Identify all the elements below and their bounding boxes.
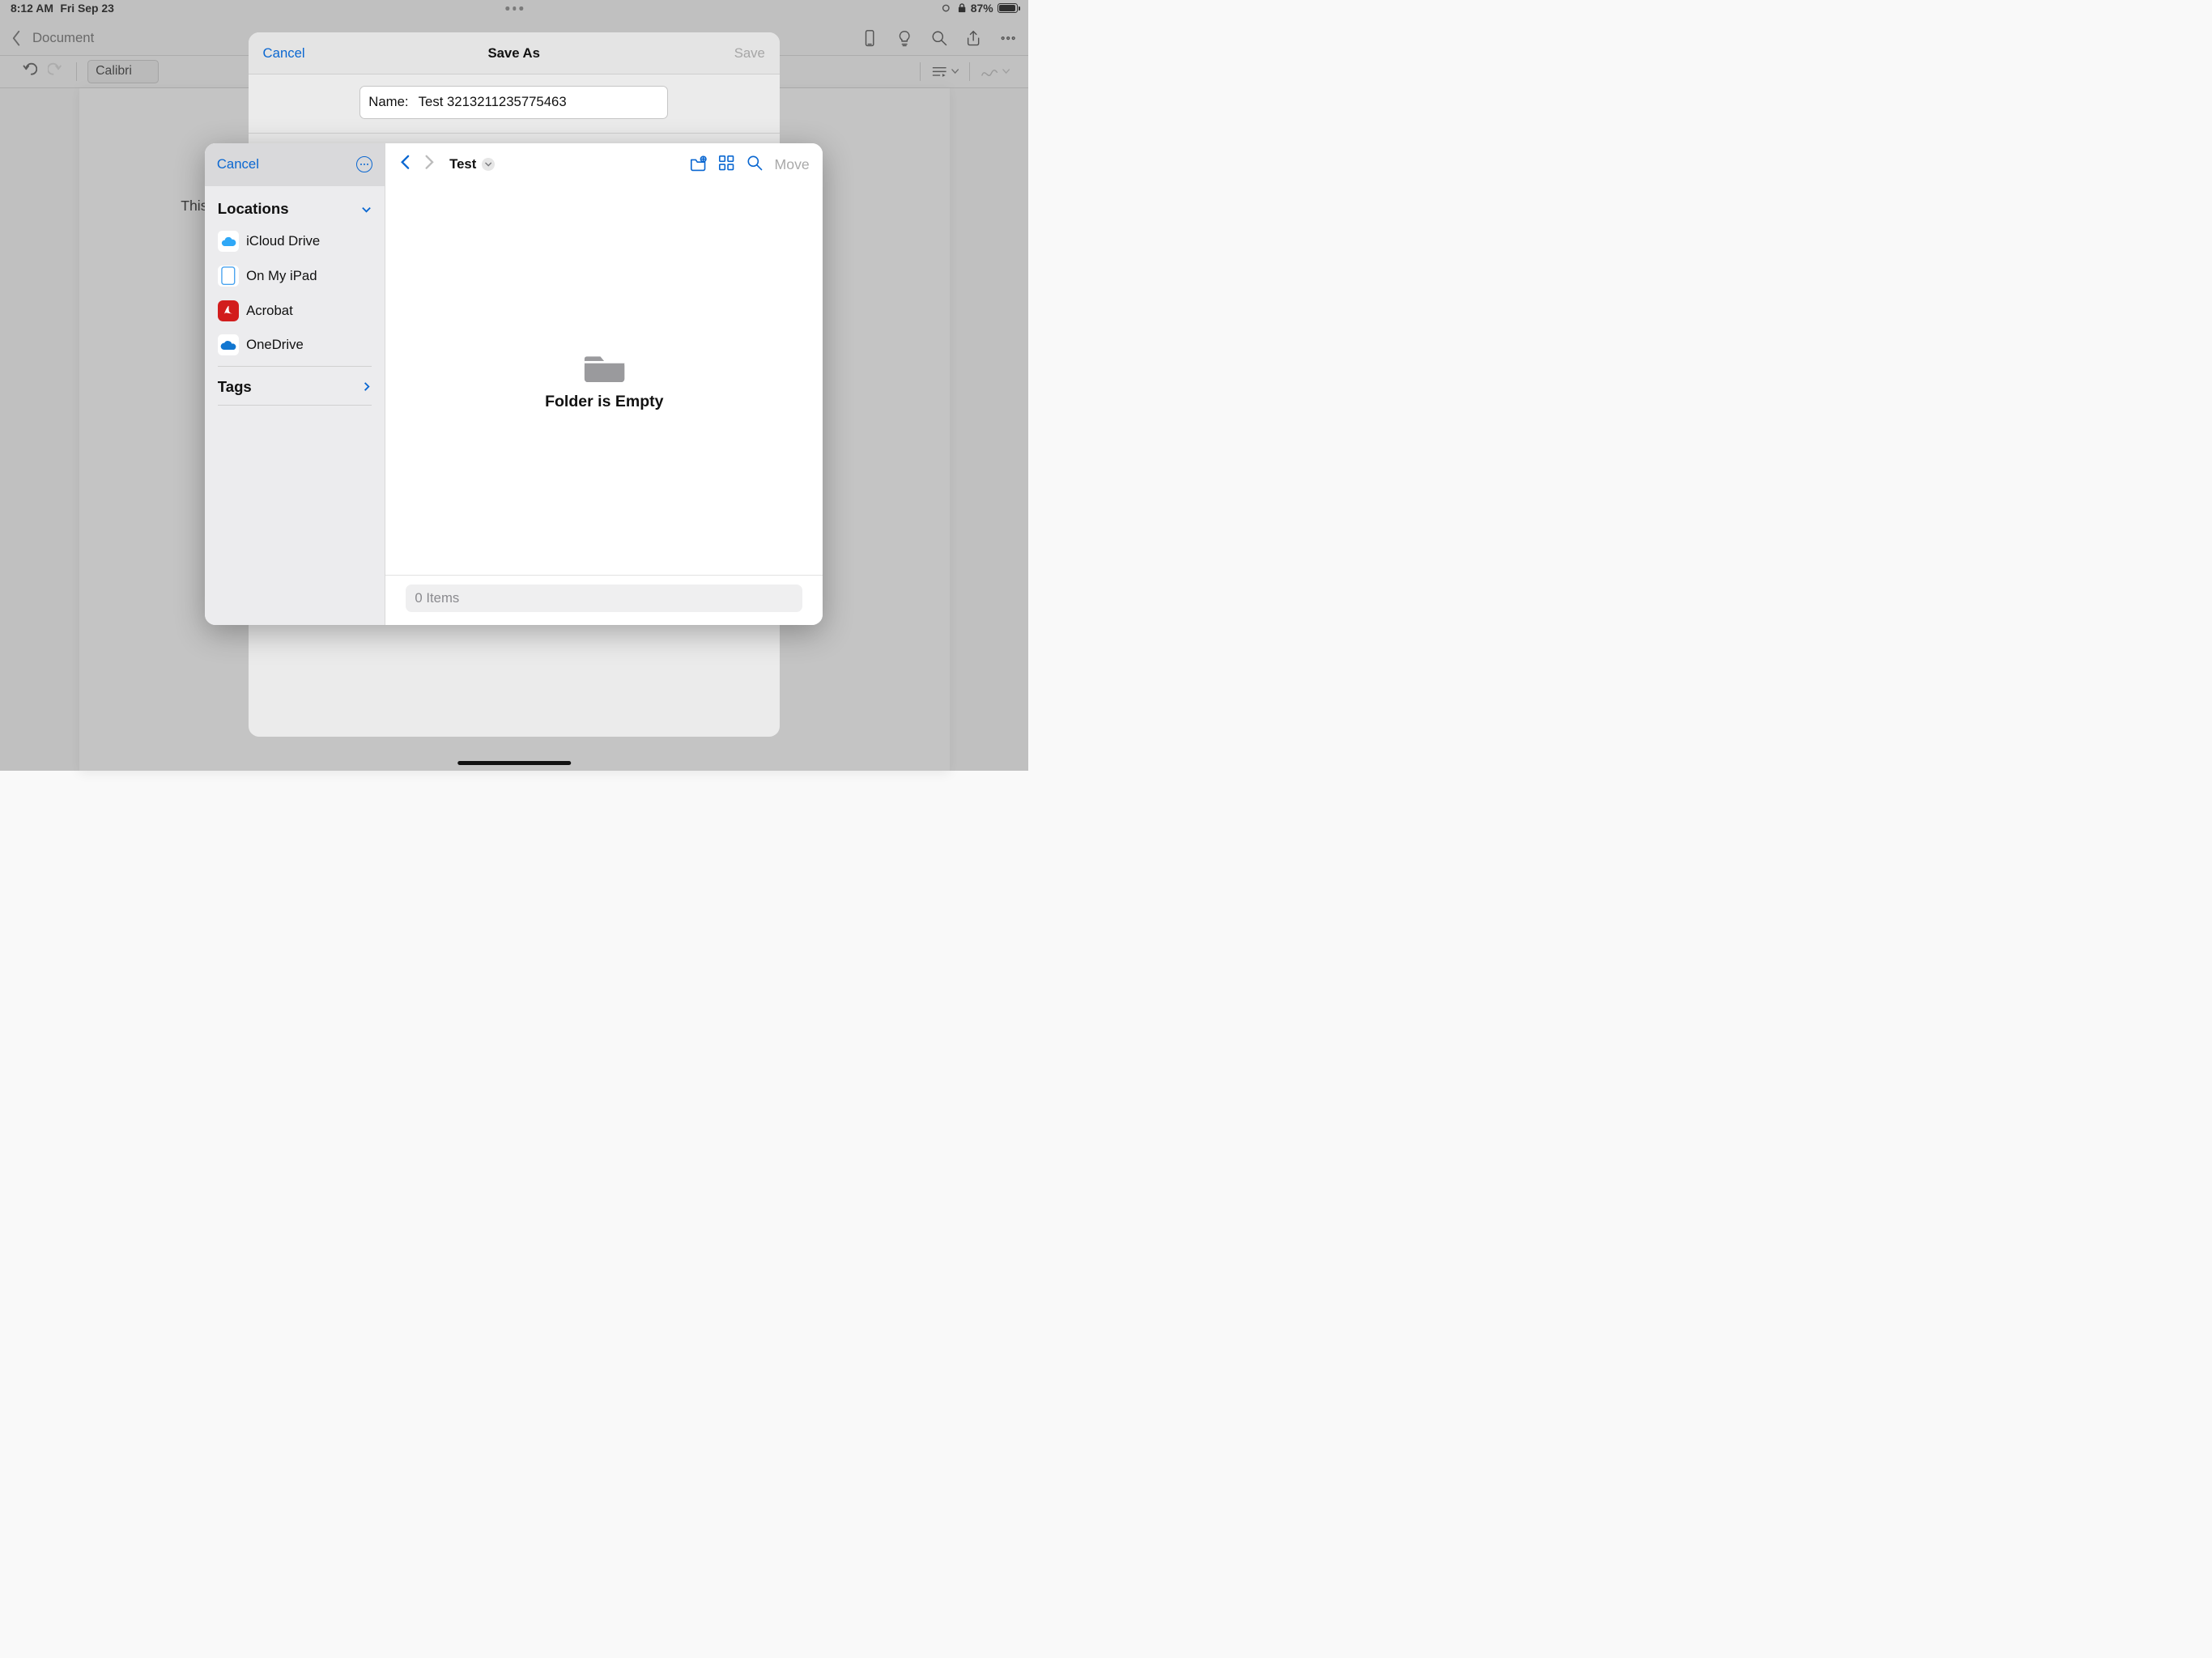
filename-label: Name: xyxy=(368,94,408,110)
nav-back-button[interactable] xyxy=(399,155,412,174)
location-label: Acrobat xyxy=(246,303,293,319)
picker-sidebar: Cancel Locations iCloud Drive On My iPad xyxy=(205,143,385,625)
filename-value: Test 3213211235775463 xyxy=(419,94,567,110)
empty-folder-icon xyxy=(584,350,625,383)
location-on-my-ipad[interactable]: On My iPad xyxy=(211,259,377,294)
saveas-title: Save As xyxy=(487,45,540,62)
acrobat-icon xyxy=(218,300,239,321)
picker-cancel-button[interactable]: Cancel xyxy=(217,156,259,172)
breadcrumb[interactable]: Test xyxy=(449,156,494,172)
home-indicator[interactable] xyxy=(457,761,571,765)
move-button: Move xyxy=(775,156,810,173)
picker-main: Test Move Folder is Empty xyxy=(385,143,823,625)
chevron-down-icon xyxy=(361,204,372,215)
picker-content: Folder is Empty xyxy=(385,186,823,576)
sort-chevron-icon xyxy=(482,158,495,171)
empty-folder-label: Folder is Empty xyxy=(545,393,663,411)
file-picker-modal: Cancel Locations iCloud Drive On My iPad xyxy=(205,143,823,625)
location-label: On My iPad xyxy=(246,268,317,284)
location-label: iCloud Drive xyxy=(246,233,320,249)
location-icloud-drive[interactable]: iCloud Drive xyxy=(211,224,377,259)
search-button[interactable] xyxy=(746,154,764,176)
ipad-icon xyxy=(218,266,239,287)
chevron-right-icon xyxy=(361,381,372,392)
new-folder-button[interactable] xyxy=(689,154,707,176)
icloud-icon xyxy=(218,231,239,252)
onedrive-icon xyxy=(218,334,239,355)
sidebar-more-button[interactable] xyxy=(356,156,372,172)
view-grid-button[interactable] xyxy=(717,154,735,176)
filename-field[interactable]: Name: Test 3213211235775463 xyxy=(359,86,668,119)
locations-header[interactable]: Locations xyxy=(211,191,377,224)
location-acrobat[interactable]: Acrobat xyxy=(211,293,377,328)
saveas-cancel-button[interactable]: Cancel xyxy=(263,45,305,62)
nav-forward-button xyxy=(423,155,436,174)
saveas-save-button[interactable]: Save xyxy=(734,45,765,62)
location-label: OneDrive xyxy=(246,337,304,353)
item-count-pill: 0 Items xyxy=(406,585,802,612)
tags-header[interactable]: Tags xyxy=(211,369,377,402)
location-onedrive[interactable]: OneDrive xyxy=(211,328,377,363)
